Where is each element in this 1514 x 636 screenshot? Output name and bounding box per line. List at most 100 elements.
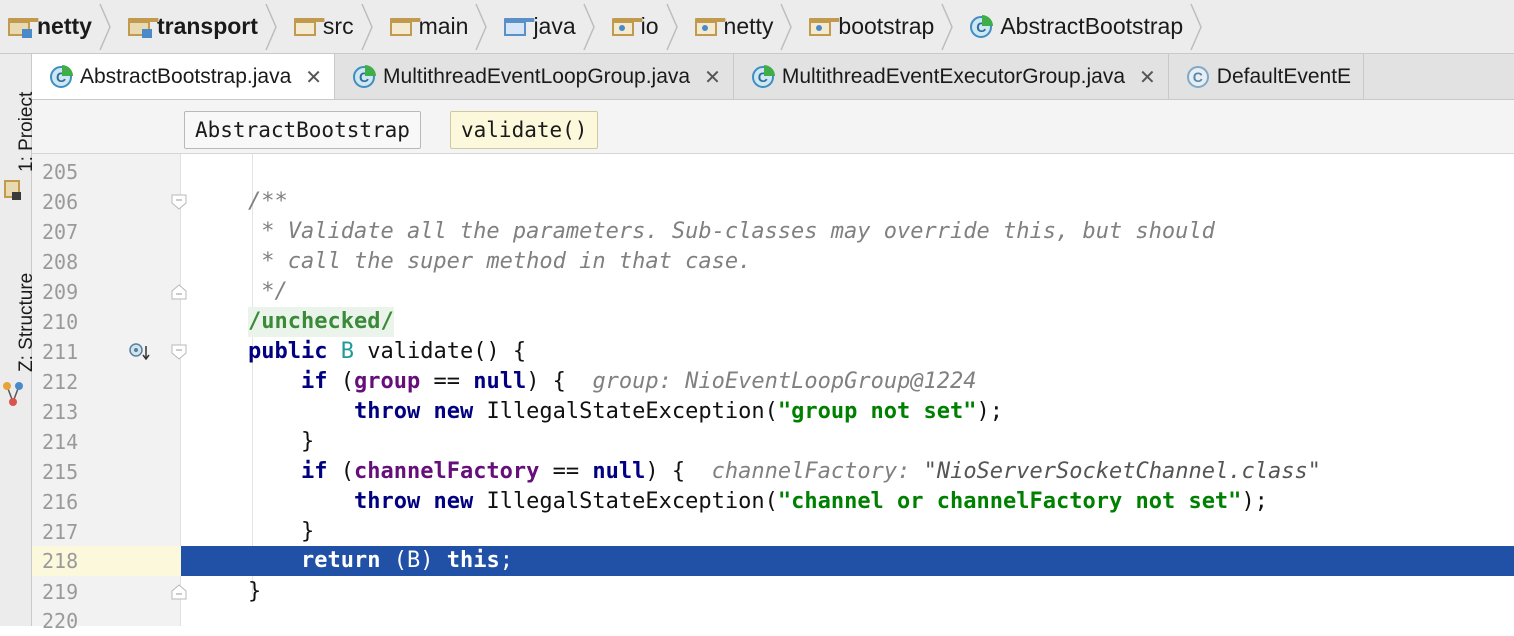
code-text: }	[248, 579, 262, 604]
keyword: if	[300, 459, 328, 484]
line-number: 210	[42, 310, 79, 334]
code-text: throw new IllegalStateException("group n…	[248, 397, 1003, 427]
package-folder-icon	[694, 17, 726, 36]
chevron-right-icon	[265, 3, 277, 50]
code-line-215[interactable]: 215 if (channelFactory == null) { channe…	[0, 457, 1514, 487]
keyword: new	[433, 399, 474, 424]
override-method-icon[interactable]	[128, 342, 150, 362]
code-line-208[interactable]: 208 * call the super method in that case…	[0, 247, 1514, 277]
chevron-right-icon	[665, 3, 678, 50]
close-icon[interactable]: ✕	[704, 65, 721, 90]
code-line-205[interactable]: 205	[0, 157, 1514, 187]
string-literal: "channel or channelFactory not set"	[777, 489, 1242, 514]
module-folder-icon	[127, 17, 159, 38]
breadcrumb-src[interactable]: src	[286, 0, 382, 54]
code-text: return (B) this;	[248, 546, 513, 576]
code-line-220[interactable]: 220	[0, 606, 1514, 636]
breadcrumb-main[interactable]: main	[382, 0, 497, 54]
package-folder-icon	[611, 17, 643, 36]
method-breadcrumb[interactable]: validate()	[450, 111, 599, 149]
line-number: 211	[42, 340, 79, 364]
code-text: IllegalStateException(	[473, 489, 778, 514]
tab-defaulteventexecutor-java[interactable]: C DefaultEventE	[1169, 54, 1365, 99]
breadcrumb-java[interactable]: java	[496, 0, 603, 54]
code-text: (	[327, 369, 354, 394]
code-line-219[interactable]: 219 }	[0, 577, 1514, 607]
line-number: 215	[42, 460, 79, 484]
code-line-213[interactable]: 213 throw new IllegalStateException("gro…	[0, 397, 1514, 427]
chevron-right-icon	[941, 3, 954, 50]
line-number: 205	[42, 160, 79, 184]
keyword: throw	[353, 399, 421, 424]
breadcrumb-label: AbstractBootstrap	[1000, 13, 1184, 39]
field-reference: group	[353, 369, 421, 394]
tab-abstractbootstrap-java[interactable]: C AbstractBootstrap.java ✕	[32, 54, 336, 99]
fold-open-icon[interactable]	[171, 194, 187, 210]
fold-close-icon[interactable]	[171, 284, 187, 300]
breadcrumb-io[interactable]: io	[604, 0, 687, 54]
line-number: 220	[42, 609, 79, 633]
code-text: ) {	[645, 459, 686, 484]
code-line-216[interactable]: 216 throw new IllegalStateException("cha…	[0, 487, 1514, 517]
breadcrumb-bootstrap[interactable]: bootstrap	[801, 0, 962, 54]
fold-open-icon[interactable]	[171, 344, 187, 360]
code-text: throw new IllegalStateException("channel…	[248, 487, 1268, 517]
code-text: }	[248, 517, 314, 547]
doc-comment: * call the super method in that case.	[248, 249, 752, 274]
code-line-207[interactable]: 207 * Validate all the parameters. Sub-c…	[0, 217, 1514, 247]
code-text: ==	[420, 369, 474, 394]
breadcrumb-label: bootstrap	[838, 13, 935, 39]
code-line-212[interactable]: 212 if (group == null) { group: NioEvent…	[0, 367, 1514, 397]
breadcrumb-netty-package[interactable]: netty	[687, 0, 802, 54]
line-number: 217	[42, 520, 79, 544]
close-icon[interactable]: ✕	[305, 65, 322, 90]
code-text: public B validate() {	[248, 337, 526, 367]
code-line-217[interactable]: 217 }	[0, 517, 1514, 547]
code-text: );	[1241, 489, 1268, 514]
code-text: }	[300, 519, 315, 544]
chevron-right-icon	[1190, 3, 1202, 50]
line-number: 216	[42, 490, 79, 514]
code-text: if (channelFactory == null) { channelFac…	[248, 457, 1321, 487]
code-line-218-execution-point[interactable]: 218 return (B) this;	[0, 546, 1514, 576]
line-number: 208	[42, 250, 79, 274]
breadcrumb-label: netty	[723, 13, 774, 39]
code-text: if (group == null) { group: NioEventLoop…	[248, 367, 977, 397]
code-line-206[interactable]: 206 /**	[0, 187, 1514, 217]
class-icon: C	[970, 14, 994, 38]
keyword: new	[433, 489, 474, 514]
keyword: throw	[353, 489, 421, 514]
keyword: if	[300, 369, 328, 394]
navigation-bar: netty transport src main java io netty b…	[0, 0, 1514, 54]
line-number: 214	[42, 430, 79, 454]
code-line-209[interactable]: 209 */	[0, 277, 1514, 307]
keyword: null	[592, 459, 646, 484]
breadcrumb-abstractbootstrap[interactable]: C AbstractBootstrap	[962, 0, 1211, 54]
folder-icon	[293, 17, 325, 36]
tab-label: DefaultEventE	[1216, 65, 1352, 88]
breadcrumb-transport[interactable]: transport	[120, 0, 286, 54]
debug-inline-value: "NioServerSocketChannel.class"	[923, 459, 1321, 484]
tab-label: MultithreadEventLoopGroup.java	[383, 65, 691, 88]
code-line-210[interactable]: 210 /unchecked/	[0, 307, 1514, 337]
package-folder-icon	[809, 17, 841, 36]
line-number: 209	[42, 280, 79, 304]
code-line-211[interactable]: 211 public B validate() {	[0, 337, 1514, 367]
module-folder-icon	[8, 17, 39, 38]
close-icon[interactable]: ✕	[1139, 65, 1156, 90]
class-breadcrumb[interactable]: AbstractBootstrap	[184, 111, 421, 149]
editor-tab-bar: C AbstractBootstrap.java ✕ C Multithread…	[32, 54, 1514, 100]
breadcrumb-label: src	[322, 13, 354, 39]
fold-close-icon[interactable]	[171, 584, 187, 600]
code-text: ;	[499, 548, 513, 573]
string-literal: "group not set"	[777, 399, 977, 424]
tab-multithreadeventexecutorgroup-java[interactable]: C MultithreadEventExecutorGroup.java ✕	[734, 54, 1169, 99]
code-text: IllegalStateException(	[473, 399, 778, 424]
class-icon: C	[50, 65, 73, 88]
code-text: ) {	[526, 369, 566, 394]
doc-comment: * Validate all the parameters. Sub-class…	[248, 219, 1215, 244]
code-line-214[interactable]: 214 }	[0, 427, 1514, 457]
breadcrumb-netty[interactable]: netty	[0, 0, 120, 54]
doc-comment: /**	[248, 189, 288, 214]
tab-multithreadeventloopgroup-java[interactable]: C MultithreadEventLoopGroup.java ✕	[335, 54, 734, 99]
